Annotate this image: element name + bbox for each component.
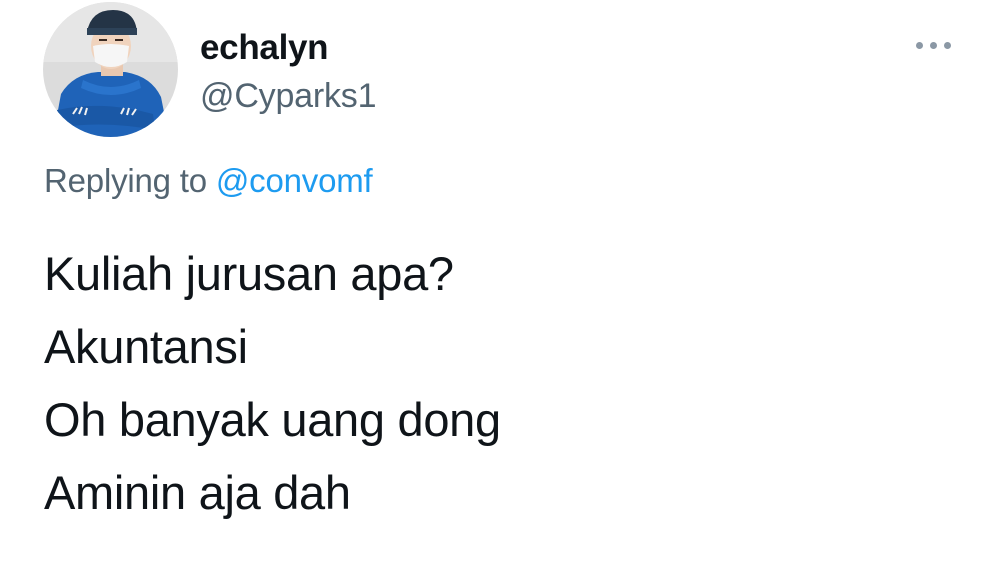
tweet-card: echalyn @Cyparks1 Replying to @convomf K… [0,0,1000,572]
reply-mention-link[interactable]: @convomf [216,162,373,199]
tweet-line: Aminin aja dah [44,466,351,519]
tweet-text: Kuliah jurusan apa? Akuntansi Oh banyak … [44,237,501,529]
tweet-line: Oh banyak uang dong [44,393,501,446]
avatar-photo [43,2,178,137]
user-handle: @Cyparks1 [200,77,377,115]
tweet-line: Akuntansi [44,320,248,373]
avatar[interactable] [43,2,178,137]
more-options-button[interactable] [910,30,956,60]
replying-to-label: Replying to [44,162,207,199]
tweet-line: Kuliah jurusan apa? [44,247,454,300]
replying-to: Replying to @convomf [44,160,373,202]
display-name[interactable]: echalyn [200,28,329,68]
